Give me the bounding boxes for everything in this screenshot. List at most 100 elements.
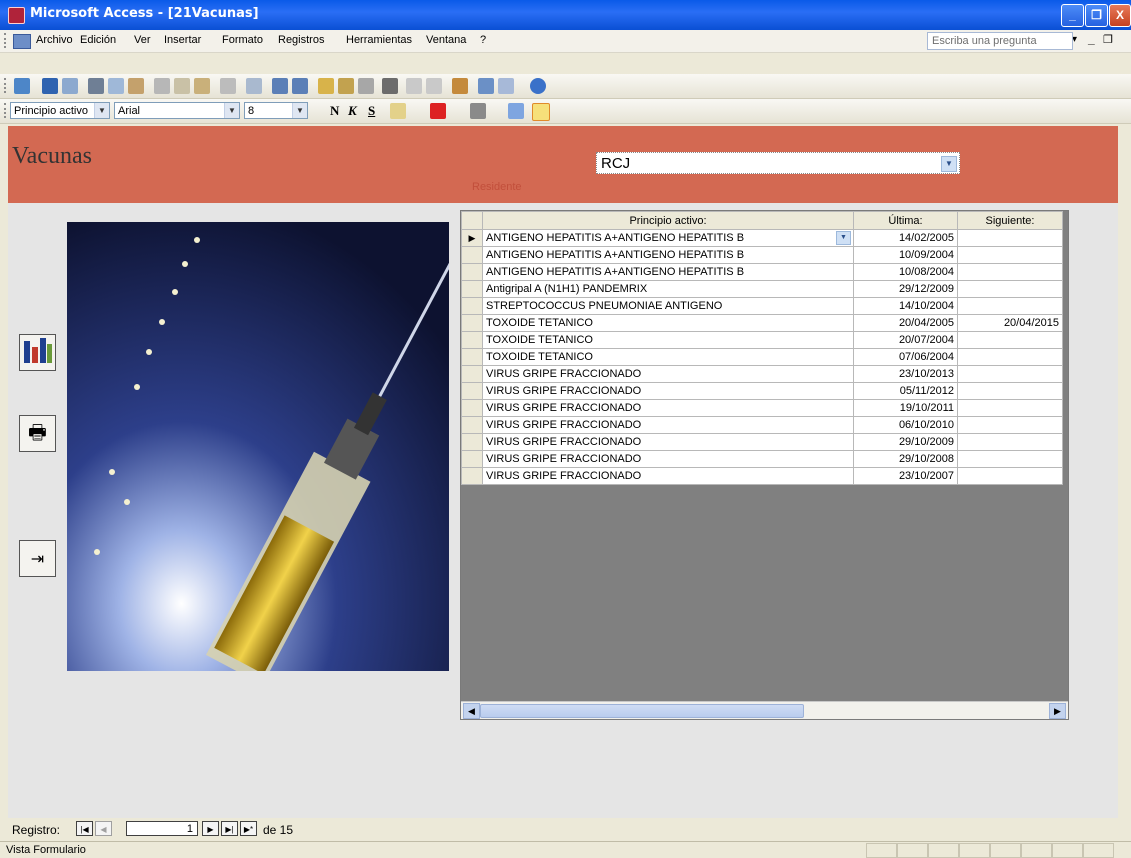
chevron-down-icon[interactable]: ▼ xyxy=(224,103,239,118)
menu-help[interactable]: ? xyxy=(480,34,486,46)
row-selector[interactable] xyxy=(461,314,483,332)
scroll-left-icon[interactable]: ◀ xyxy=(463,703,480,719)
column-header-principio[interactable]: Principio activo: xyxy=(482,211,854,230)
cell-principio[interactable]: VIRUS GRIPE FRACCIONADO xyxy=(482,365,854,383)
table-row[interactable]: VIRUS GRIPE FRACCIONADO 23/10/2007 xyxy=(461,467,1063,485)
doc-restore-icon[interactable]: ❐ xyxy=(1103,33,1113,46)
vaccines-datasheet[interactable]: Principio activo: Última: Siguiente: ▶ AN… xyxy=(460,210,1069,720)
cell-principio[interactable]: TOXOIDE TETANICO xyxy=(482,314,854,332)
table-row[interactable]: STREPTOCOCCUS PNEUMONIAE ANTIGENO 14/10/2… xyxy=(461,297,1063,315)
table-row[interactable]: VIRUS GRIPE FRACCIONADO 23/10/2013 xyxy=(461,365,1063,383)
fill-color-icon[interactable] xyxy=(390,103,406,119)
first-record-button[interactable]: |◀ xyxy=(76,821,93,836)
print-preview-icon[interactable] xyxy=(108,78,124,94)
cell-siguiente[interactable] xyxy=(957,263,1063,281)
cell-ultima[interactable]: 14/10/2004 xyxy=(853,297,958,315)
sort-descending-icon[interactable] xyxy=(292,78,308,94)
column-header-ultima[interactable]: Última: xyxy=(853,211,958,230)
menu-edicion[interactable]: Edición xyxy=(80,34,116,46)
row-selector[interactable] xyxy=(461,382,483,400)
cut-icon[interactable] xyxy=(154,78,170,94)
table-row[interactable]: TOXOIDE TETANICO 20/07/2004 xyxy=(461,331,1063,349)
new-object-icon[interactable] xyxy=(498,78,514,94)
cell-ultima[interactable]: 29/12/2009 xyxy=(853,280,958,298)
line-color-icon[interactable] xyxy=(470,103,486,119)
cell-principio[interactable]: VIRUS GRIPE FRACCIONADO xyxy=(482,399,854,417)
cell-siguiente[interactable] xyxy=(957,399,1063,417)
cell-siguiente[interactable] xyxy=(957,246,1063,264)
cell-ultima[interactable]: 29/10/2009 xyxy=(853,433,958,451)
chart-button[interactable] xyxy=(19,334,56,371)
cell-siguiente[interactable] xyxy=(957,365,1063,383)
row-selector[interactable] xyxy=(461,331,483,349)
row-selector[interactable] xyxy=(461,416,483,434)
cell-principio[interactable]: VIRUS GRIPE FRACCIONADO xyxy=(482,433,854,451)
row-selector[interactable] xyxy=(461,433,483,451)
exit-button[interactable]: ⇥ xyxy=(19,540,56,577)
cell-siguiente[interactable] xyxy=(957,450,1063,468)
cell-siguiente[interactable] xyxy=(957,382,1063,400)
menu-insertar[interactable]: Insertar xyxy=(164,34,201,46)
column-header-siguiente[interactable]: Siguiente: xyxy=(957,211,1063,230)
table-row[interactable]: ANTIGENO HEPATITIS A+ANTIGENO HEPATITIS … xyxy=(461,246,1063,264)
bold-button[interactable]: N xyxy=(330,103,339,119)
font-color-icon[interactable] xyxy=(430,103,446,119)
table-row[interactable]: VIRUS GRIPE FRACCIONADO 29/10/2008 xyxy=(461,450,1063,468)
properties-icon[interactable] xyxy=(452,78,468,94)
underline-button[interactable]: S xyxy=(368,103,375,119)
table-row[interactable]: TOXOIDE TETANICO 20/04/2005 20/04/2015 xyxy=(461,314,1063,332)
menu-archivo[interactable]: Archivo xyxy=(36,34,73,46)
scroll-thumb[interactable] xyxy=(480,704,804,718)
cell-principio[interactable]: VIRUS GRIPE FRACCIONADO xyxy=(482,467,854,485)
cell-ultima[interactable]: 20/07/2004 xyxy=(853,331,958,349)
row-selector[interactable] xyxy=(461,467,483,485)
cell-siguiente[interactable] xyxy=(957,229,1063,247)
save-icon[interactable] xyxy=(42,78,58,94)
new-record-button[interactable]: ▶* xyxy=(240,821,257,836)
row-selector[interactable] xyxy=(461,399,483,417)
menu-registros[interactable]: Registros xyxy=(278,34,324,46)
copy-icon[interactable] xyxy=(174,78,190,94)
residente-combo[interactable]: RCJ ▼ xyxy=(596,152,960,174)
cell-ultima[interactable]: 05/11/2012 xyxy=(853,382,958,400)
row-selector[interactable] xyxy=(461,450,483,468)
special-effect-icon[interactable] xyxy=(508,103,524,119)
chevron-down-icon[interactable]: ▼ xyxy=(836,231,851,245)
print-button[interactable]: 🖶 xyxy=(19,415,56,452)
chevron-down-icon[interactable]: ▼ xyxy=(292,103,307,118)
cell-principio[interactable]: TOXOIDE TETANICO xyxy=(482,348,854,366)
cell-principio[interactable]: ANTIGENO HEPATITIS A+ANTIGENO HEPATITIS … xyxy=(482,229,854,247)
previous-record-button[interactable]: ◀ xyxy=(95,821,112,836)
cell-siguiente[interactable] xyxy=(957,467,1063,485)
row-selector[interactable] xyxy=(461,246,483,264)
table-row[interactable]: ▶ ANTIGENO HEPATITIS A+ANTIGENO HEPATITIS… xyxy=(461,229,1063,247)
scroll-right-icon[interactable]: ▶ xyxy=(1049,703,1066,719)
paste-icon[interactable] xyxy=(194,78,210,94)
font-combo[interactable]: Arial ▼ xyxy=(114,102,240,119)
current-record-input[interactable]: 1 xyxy=(126,821,198,836)
cell-ultima[interactable]: 14/02/2005 xyxy=(853,229,958,247)
object-combo[interactable]: Principio activo ▼ xyxy=(10,102,110,119)
filter-by-form-icon[interactable] xyxy=(338,78,354,94)
cell-ultima[interactable]: 06/10/2010 xyxy=(853,416,958,434)
row-selector[interactable] xyxy=(461,348,483,366)
table-row[interactable]: VIRUS GRIPE FRACCIONADO 19/10/2011 xyxy=(461,399,1063,417)
cell-principio[interactable]: Antigripal A (N1H1) PANDEMRIX xyxy=(482,280,854,298)
cell-principio[interactable]: ANTIGENO HEPATITIS A+ANTIGENO HEPATITIS … xyxy=(482,263,854,281)
cell-principio[interactable]: STREPTOCOCCUS PNEUMONIAE ANTIGENO xyxy=(482,297,854,315)
hyperlink-icon[interactable] xyxy=(246,78,262,94)
cell-ultima[interactable]: 07/06/2004 xyxy=(853,348,958,366)
form-window-icon[interactable] xyxy=(13,34,31,49)
row-selector[interactable] xyxy=(461,263,483,281)
apply-filter-icon[interactable] xyxy=(358,78,374,94)
last-record-button[interactable]: ▶| xyxy=(221,821,238,836)
row-selector-header[interactable] xyxy=(461,211,483,230)
cell-ultima[interactable]: 10/09/2004 xyxy=(853,246,958,264)
minimize-button[interactable]: _ xyxy=(1061,4,1084,27)
cell-ultima[interactable]: 23/10/2007 xyxy=(853,467,958,485)
delete-record-icon[interactable] xyxy=(426,78,442,94)
close-button[interactable]: X xyxy=(1109,4,1131,27)
view-icon[interactable] xyxy=(14,78,30,94)
border-style-icon[interactable] xyxy=(532,103,550,121)
spelling-icon[interactable] xyxy=(128,78,144,94)
